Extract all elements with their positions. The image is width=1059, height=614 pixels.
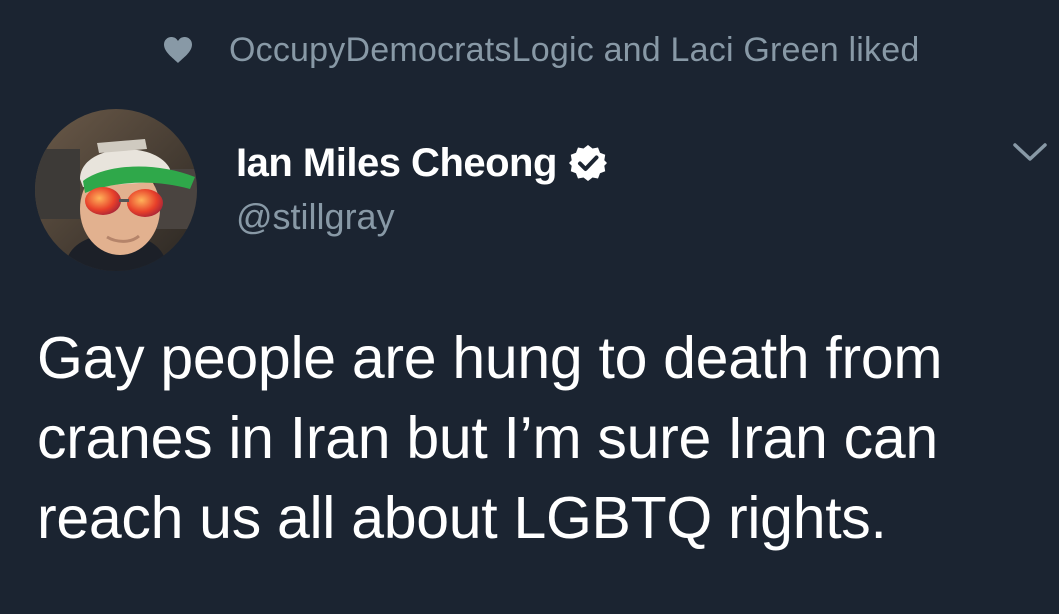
social-context: OccupyDemocratsLogic and Laci Green like… [163,28,919,72]
verified-badge-icon [568,144,607,182]
author-block[interactable]: Ian Miles Cheong @stillgray [236,136,607,238]
display-name[interactable]: Ian Miles Cheong [236,141,557,186]
heart-icon [163,36,193,64]
user-handle[interactable]: @stillgray [236,196,607,238]
chevron-down-icon[interactable] [1012,140,1048,164]
author-name-row: Ian Miles Cheong [236,136,607,190]
liked-by-text[interactable]: OccupyDemocratsLogic and Laci Green like… [229,31,919,70]
tweet-text: Gay people are hung to death from cranes… [37,325,943,551]
avatar[interactable] [35,109,197,271]
